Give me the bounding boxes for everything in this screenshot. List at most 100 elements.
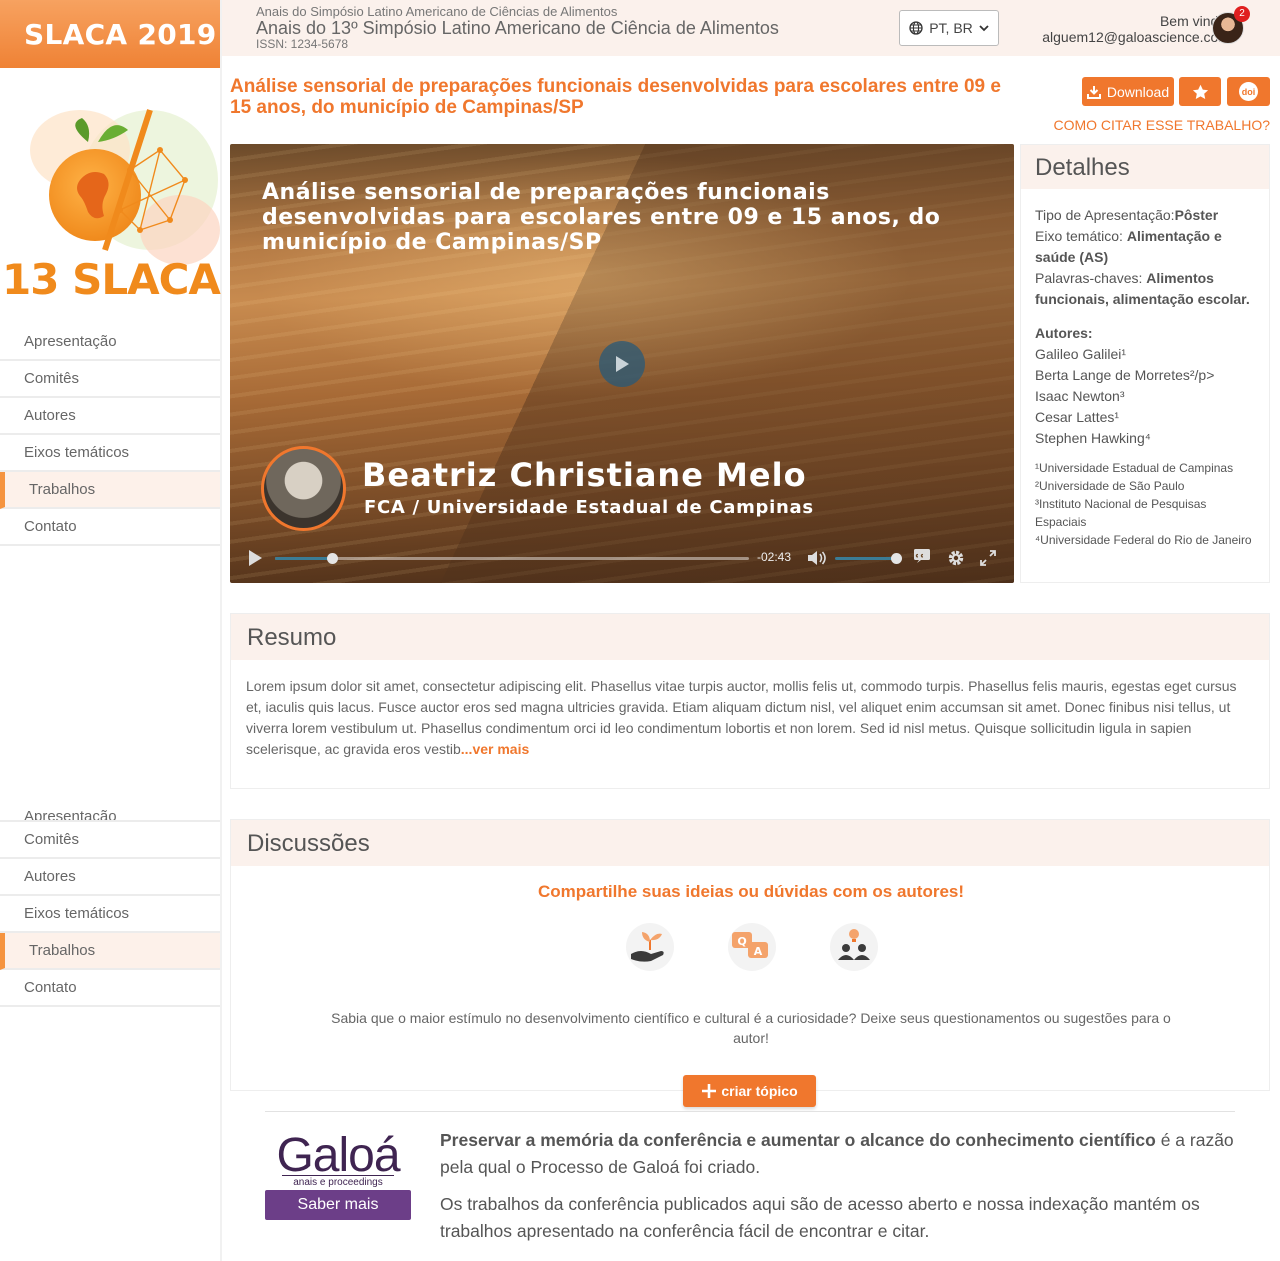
author-item: Isaac Newton³ <box>1035 388 1125 404</box>
user-email: alguem12@galoascience.com <box>1042 29 1230 45</box>
sidebar-item-contato[interactable]: Contato <box>0 970 220 1007</box>
ver-mais-link[interactable]: ...ver mais <box>461 741 530 757</box>
author-item: Stephen Hawking⁴ <box>1035 430 1151 446</box>
people-idea-icon <box>830 923 878 971</box>
discussoes-heading: Discussões <box>231 820 1269 866</box>
language-select[interactable]: PT, BR <box>899 10 999 46</box>
keywords: Palavras-chaves: Alimentos funcionais, a… <box>1035 268 1255 310</box>
doi-label: doi <box>1241 86 1256 97</box>
affiliation-item: ²Universidade de São Paulo <box>1035 479 1185 493</box>
brand-title[interactable]: SLACA 2019 <box>0 0 220 68</box>
sidebar-item-comites[interactable]: Comitês <box>0 822 220 859</box>
favorite-button[interactable] <box>1179 77 1221 106</box>
qa-chat-icon: Q A <box>728 923 776 971</box>
sidebar-item-trabalhos[interactable]: Trabalhos <box>0 472 220 509</box>
sidebar-item-label: Eixos temáticos <box>24 444 130 461</box>
plant-hand-icon <box>626 923 674 971</box>
sidebar-item-label: Trabalhos <box>29 942 96 959</box>
cite-link[interactable]: COMO CITAR ESSE TRABALHO? <box>1053 117 1270 133</box>
sidebar-nav: Apresentação Comitês Autores Eixos temát… <box>0 324 220 546</box>
proceedings-name: Anais do Simpósio Latino Americano de Ci… <box>256 4 618 19</box>
sidebar-item-eixos[interactable]: Eixos temáticos <box>0 435 220 472</box>
plus-icon <box>702 1084 717 1098</box>
sidebar-item-eixos[interactable]: Eixos temáticos <box>0 896 220 933</box>
sidebar-item-comites[interactable]: Comitês <box>0 361 220 398</box>
galoa-logo: Galoá anais e proceedings <box>268 1128 408 1188</box>
settings-icon[interactable] <box>947 549 965 567</box>
sidebar-item-label: Comitês <box>24 831 80 848</box>
sidebar-item-label: Autores <box>24 407 76 424</box>
resumo-text: Lorem ipsum dolor sit amet, consectetur … <box>231 660 1269 760</box>
download-icon <box>1086 85 1101 99</box>
sidebar-item-autores[interactable]: Autores <box>0 859 220 896</box>
volume-slider[interactable] <box>835 553 902 564</box>
saber-mais-button[interactable]: Saber mais <box>265 1190 411 1220</box>
discussoes-text: Sabia que o maior estímulo no desenvolvi… <box>331 1010 1171 1046</box>
footer-paragraph-2: Os trabalhos da conferência publicados a… <box>440 1194 1200 1241</box>
sidebar-item-label: Trabalhos <box>29 481 96 498</box>
thematic-axis: Eixo temático: Alimentação e saúde (AS) <box>1035 226 1255 268</box>
discussoes-card: Discussões Compartilhe suas ideias ou dú… <box>230 819 1270 1091</box>
play-small-icon[interactable] <box>247 549 263 567</box>
fullscreen-icon[interactable] <box>980 550 996 566</box>
captions-icon[interactable] <box>913 548 931 564</box>
footer-paragraph-1: Preservar a memória da conferência e aum… <box>440 1127 1240 1181</box>
sidebar-item-apresentacao[interactable]: Apresentação <box>0 798 220 822</box>
create-topic-label: criar tópico <box>721 1083 798 1099</box>
sidebar-item-trabalhos[interactable]: Trabalhos <box>0 933 220 970</box>
qa-a: A <box>754 945 763 958</box>
page-title: Análise sensorial de preparações funcion… <box>230 76 1001 118</box>
galoa-logo-tag: anais e proceedings <box>282 1175 394 1188</box>
doi-button[interactable]: doi <box>1227 77 1270 106</box>
volume-icon[interactable] <box>807 549 827 567</box>
sidebar-item-label: Autores <box>24 868 76 885</box>
star-icon <box>1192 84 1208 99</box>
create-topic-button[interactable]: criar tópico <box>683 1075 816 1107</box>
affiliation-item: ⁴Universidade Federal do Rio de Janeiro <box>1035 533 1252 547</box>
globe-icon <box>909 21 923 35</box>
details-heading: Detalhes <box>1021 145 1269 189</box>
author-item: Galileo Galilei¹ <box>1035 346 1127 362</box>
top-header: Anais do Simpósio Latino Americano de Ci… <box>222 0 1280 56</box>
sidebar-item-label: Eixos temáticos <box>24 905 130 922</box>
play-button[interactable] <box>599 341 645 387</box>
progress-bar[interactable] <box>275 553 749 564</box>
presenter-affiliation: FCA / Universidade Estadual de Campinas <box>364 497 814 518</box>
affiliation-item: ³Instituto Nacional de Pesquisas Espacia… <box>1035 497 1207 529</box>
time-remaining: -02:43 <box>757 550 792 564</box>
sidebar-item-label: Contato <box>24 979 77 996</box>
download-label: Download <box>1106 83 1170 100</box>
resumo-body: Lorem ipsum dolor sit amet, consectetur … <box>246 678 1237 757</box>
video-player[interactable]: Análise sensorial de preparações funcion… <box>230 144 1014 583</box>
affiliation-item: ¹Universidade Estadual de Campinas <box>1035 461 1234 475</box>
sidebar-item-apresentacao[interactable]: Apresentação <box>0 324 220 361</box>
sidebar: SLACA 2019 13 SLACA Apresentação Comitês… <box>0 0 222 1261</box>
resumo-card: Resumo Lorem ipsum dolor sit amet, conse… <box>230 613 1270 789</box>
logo-text: 13 SLACA <box>2 255 221 304</box>
progress-handle[interactable] <box>326 553 338 564</box>
author-item: Berta Lange de Morretes²/p> <box>1035 367 1215 383</box>
sidebar-item-contato[interactable]: Contato <box>0 509 220 546</box>
play-icon <box>616 356 629 372</box>
footer-divider <box>265 1111 1235 1112</box>
sidebar-item-label: Apresentação <box>24 333 117 350</box>
presentation-type: Tipo de Apresentação:Pôster <box>1035 205 1255 226</box>
welcome-text: Bem vindo! <box>1159 13 1230 29</box>
sidebar-item-autores[interactable]: Autores <box>0 398 220 435</box>
volume-handle[interactable] <box>891 553 902 564</box>
user-greeting[interactable]: Bem vindo! alguem12@galoascience.com <box>1042 13 1230 45</box>
chevron-down-icon <box>979 25 989 32</box>
issn: ISSN: 1234-5678 <box>256 37 349 51</box>
affiliations: ¹Universidade Estadual de Campinas ²Univ… <box>1035 459 1255 549</box>
keywords-label: Palavras-chaves: <box>1035 270 1147 286</box>
details-panel: Detalhes Tipo de Apresentação:Pôster Eix… <box>1020 144 1270 583</box>
download-button[interactable]: Download <box>1082 77 1174 106</box>
authors-heading: Autores: <box>1035 325 1093 341</box>
language-value: PT, BR <box>929 20 973 36</box>
notification-badge[interactable]: 2 <box>1234 6 1250 22</box>
author-item: Cesar Lattes¹ <box>1035 409 1120 425</box>
video-controls: -02:43 <box>230 533 1014 583</box>
thematic-axis-label: Eixo temático: <box>1035 228 1127 244</box>
sidebar-item-label: Contato <box>24 518 77 535</box>
video-title: Análise sensorial de preparações funcion… <box>262 180 941 255</box>
